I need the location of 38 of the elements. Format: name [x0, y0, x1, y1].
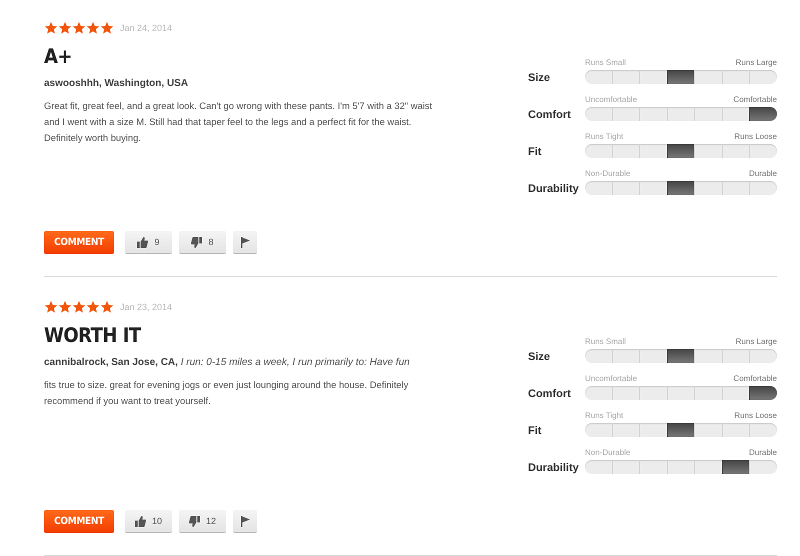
scale-low-label: Runs Tight — [585, 411, 624, 420]
scale-high-label: Durable — [748, 448, 777, 457]
unhelpful-button[interactable]: 8 — [179, 231, 226, 254]
scale-low-label: Runs Small — [585, 58, 626, 67]
review-text: Great fit, great feel, and a great look. Can't go wrong with these pants. I'm 5'7 with a 32" waist and I went with a size M. Still had that taper feel to the legs and a perfect fit for the waist. Definitely worth buying. — [44, 99, 434, 145]
review-date: Jan 23, 2014 — [120, 302, 172, 312]
scale-high-label: Durable — [748, 169, 777, 178]
rating-label: Size — [528, 72, 552, 84]
rating-label: Durability — [528, 462, 580, 474]
rating-label: Comfort — [528, 109, 572, 121]
rating-label: Fit — [528, 425, 542, 437]
rating-label: Fit — [528, 146, 542, 158]
review-date: Jan 24, 2014 — [120, 23, 172, 33]
rating-label: Comfort — [528, 388, 572, 400]
scale-high-label: Comfortable — [733, 95, 777, 104]
scale-high-label: Comfortable — [733, 374, 777, 383]
review-text: fits true to size. great for evening jogs or even just lounging around the house. Definitely recommend if you want to treat yourself. — [44, 378, 410, 408]
scale-low-label: Runs Small — [585, 337, 626, 346]
comment-button[interactable]: COMMENT — [44, 510, 114, 533]
scale-high-label: Runs Loose — [734, 132, 777, 141]
scale-low-label: Runs Tight — [585, 132, 624, 141]
reviewer-line: cannibalrock, San Jose, CA, I run: 0-15 miles a week, I run primarily to: Have fun — [44, 356, 411, 370]
comment-button[interactable]: COMMENT — [44, 231, 114, 254]
scale-high-label: Runs Large — [736, 58, 777, 67]
rating-label: Size — [528, 351, 552, 363]
review-title: WORTH IT — [44, 323, 142, 347]
helpful-button[interactable]: 10 — [125, 510, 172, 533]
unhelpful-button[interactable]: 12 — [179, 510, 226, 533]
scale-low-label: Uncomfortable — [585, 95, 638, 104]
scale-low-label: Non-Durable — [585, 448, 630, 457]
reviewer-line: aswooshhh, Washington, USA — [44, 77, 190, 91]
scale-low-label: Uncomfortable — [585, 374, 638, 383]
review-title: A+ — [44, 44, 74, 68]
scale-high-label: Runs Large — [736, 337, 777, 346]
scale-low-label: Non-Durable — [585, 169, 630, 178]
scale-high-label: Runs Loose — [734, 411, 777, 420]
rating-label: Durability — [528, 183, 580, 195]
helpful-button[interactable]: 9 — [125, 231, 172, 254]
